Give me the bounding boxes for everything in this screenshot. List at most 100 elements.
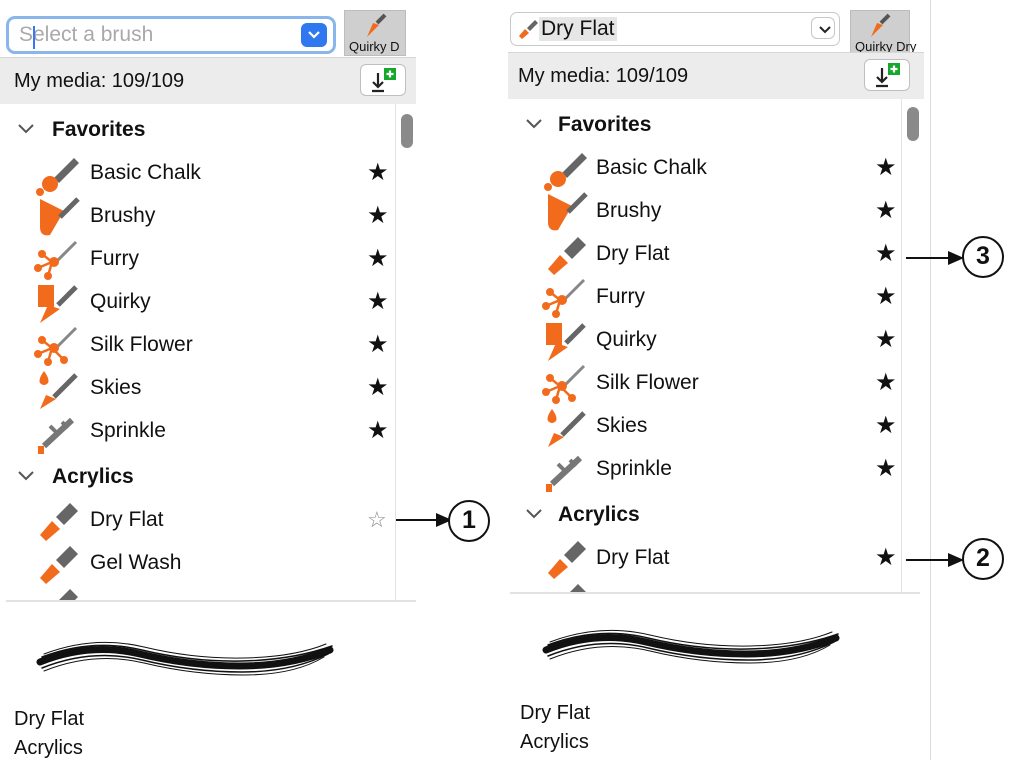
- brush-row-brushy[interactable]: Brushy ★: [508, 190, 904, 233]
- chevron-down-icon: [18, 124, 34, 134]
- callout-arrow: [906, 553, 964, 567]
- brush-name: Gel Wash: [90, 551, 182, 574]
- category-header-favorites[interactable]: Favorites: [0, 110, 396, 152]
- favorite-star-icon[interactable]: ★: [875, 198, 897, 224]
- favorite-star-icon[interactable]: ★: [367, 160, 389, 186]
- brush-row-sprinkle[interactable]: Sprinkle ★: [0, 410, 396, 454]
- favorite-star-icon[interactable]: ★: [875, 413, 897, 439]
- brush-name: Skies: [90, 376, 142, 399]
- sprinkle-brush-icon: [546, 455, 583, 492]
- brush-selector-combo[interactable]: Dry Flat: [510, 12, 840, 46]
- brush-row-silk-flower[interactable]: Silk Flower ★: [0, 324, 396, 367]
- empty-star-icon[interactable]: ☆: [367, 507, 387, 533]
- flat-brush-icon: [59, 589, 78, 600]
- callout-arrow: [396, 513, 452, 527]
- brush-row-dry-flat[interactable]: Dry Flat ★: [508, 537, 904, 580]
- brush-dropdown-button[interactable]: [301, 23, 327, 47]
- brush-name: Quirky: [90, 290, 151, 313]
- brush-name: Silk Flower: [90, 333, 193, 356]
- media-count: My media: 109/109: [518, 65, 689, 87]
- stroke-preview: [542, 629, 840, 664]
- favorite-star-icon[interactable]: ★: [875, 284, 897, 310]
- favorite-star-icon[interactable]: ★: [367, 246, 389, 272]
- sprinkle-brush-icon: [38, 417, 75, 454]
- flat-brush-icon: [519, 20, 538, 39]
- brush-row-basic-chalk[interactable]: Basic Chalk ★: [0, 152, 396, 196]
- brush-row-quirky[interactable]: Quirky ★: [508, 319, 904, 362]
- brush-row-silk-flower[interactable]: Silk Flower ★: [508, 362, 904, 405]
- divider: [510, 592, 920, 594]
- category-label: Acrylics: [52, 465, 134, 488]
- selected-brush-name: Dry Flat: [520, 702, 590, 724]
- category-label: Favorites: [52, 118, 146, 141]
- favorite-star-icon[interactable]: ★: [367, 289, 389, 315]
- brush-row-quirky[interactable]: Quirky ★: [0, 281, 396, 324]
- brush-variant-thumbnail[interactable]: Quirky D: [344, 10, 406, 56]
- brush-dropdown-button[interactable]: [811, 17, 835, 39]
- chevron-down-icon: [526, 119, 542, 129]
- brush-name: Quirky: [596, 328, 657, 351]
- favorite-star-icon[interactable]: ★: [875, 241, 897, 267]
- brush-name: Dry Flat: [596, 242, 670, 265]
- category-header-acrylics[interactable]: Acrylics: [0, 457, 396, 499]
- callout-arrow: [906, 251, 964, 265]
- furry-brush-icon: [34, 240, 78, 280]
- import-media-button[interactable]: [864, 59, 910, 91]
- scrollbar-thumb[interactable]: [401, 114, 413, 148]
- favorite-star-icon[interactable]: ★: [367, 203, 389, 229]
- brush-row-brushy[interactable]: Brushy ★: [0, 195, 396, 238]
- flat-brush-icon: [40, 546, 78, 584]
- brush-row-skies[interactable]: Skies ★: [0, 367, 396, 410]
- brush-list: Favorites Basic Chalk ★ Brushy ★ Furry ★…: [0, 104, 416, 600]
- brush-row-basic-chalk[interactable]: Basic Chalk ★: [508, 147, 904, 191]
- brush-row-partial[interactable]: [0, 585, 396, 600]
- brush-variant-thumbnail[interactable]: Quirky Dry: [850, 10, 916, 56]
- callout-1: 1: [396, 498, 506, 548]
- favorite-star-icon[interactable]: ★: [875, 327, 897, 353]
- brush-row-sprinkle[interactable]: Sprinkle ★: [508, 448, 904, 492]
- brush-name: Brushy: [596, 199, 662, 222]
- silk-flower-brush-icon: [34, 326, 78, 366]
- silk-flower-brush-icon: [542, 364, 586, 404]
- brush-row-furry[interactable]: Furry ★: [0, 238, 396, 281]
- brush-search-field[interactable]: [6, 16, 336, 54]
- selected-brush-category: Acrylics: [520, 731, 589, 753]
- brush-row-furry[interactable]: Furry ★: [508, 276, 904, 319]
- quirky-brush-icon: [546, 323, 586, 361]
- favorite-star-icon[interactable]: ★: [367, 332, 389, 358]
- callout-2: 2: [906, 538, 1020, 588]
- media-header: My media: 109/109: [0, 57, 416, 105]
- brush-selector-bar: Quirky D: [0, 0, 422, 56]
- brush-row-skies[interactable]: Skies ★: [508, 405, 904, 448]
- favorite-star-icon[interactable]: ★: [875, 155, 897, 181]
- category-header-favorites[interactable]: Favorites: [508, 105, 904, 147]
- favorite-star-icon[interactable]: ★: [367, 418, 389, 444]
- chevron-down-icon: [819, 26, 831, 34]
- brush-search-input[interactable]: [19, 22, 289, 48]
- brush-row-partial[interactable]: [508, 580, 904, 592]
- media-header: My media: 109/109: [508, 52, 924, 100]
- quirky-brush-icon: [38, 285, 78, 323]
- import-media-button[interactable]: [360, 64, 406, 96]
- favorite-star-icon[interactable]: ★: [875, 370, 897, 396]
- favorite-star-icon[interactable]: ★: [875, 545, 897, 571]
- brush-name: Basic Chalk: [90, 161, 201, 184]
- category-label: Favorites: [558, 113, 652, 136]
- callout-number: 2: [962, 538, 1004, 580]
- brush-name: Furry: [90, 247, 139, 270]
- favorite-star-icon[interactable]: ★: [875, 456, 897, 482]
- list-scrollbar[interactable]: [901, 99, 924, 592]
- brush-row-dry-flat[interactable]: Dry Flat ☆: [0, 499, 396, 542]
- favorite-star-icon[interactable]: ★: [367, 375, 389, 401]
- scrollbar-thumb[interactable]: [907, 107, 919, 141]
- selected-brush-name: Dry Flat: [14, 708, 84, 730]
- thumbnail-label: Quirky D: [349, 39, 400, 54]
- brush-row-dry-flat[interactable]: Dry Flat ★: [508, 233, 904, 276]
- chalk-brush-icon: [36, 158, 79, 196]
- category-header-acrylics[interactable]: Acrylics: [508, 495, 904, 537]
- brush-row-gel-wash[interactable]: Gel Wash: [0, 542, 396, 585]
- media-count: My media: 109/109: [14, 70, 185, 92]
- category-label: Acrylics: [558, 503, 640, 526]
- brush-list: Favorites Basic Chalk ★ Brushy ★ Dry Fla…: [508, 99, 924, 592]
- import-icon: [876, 63, 900, 88]
